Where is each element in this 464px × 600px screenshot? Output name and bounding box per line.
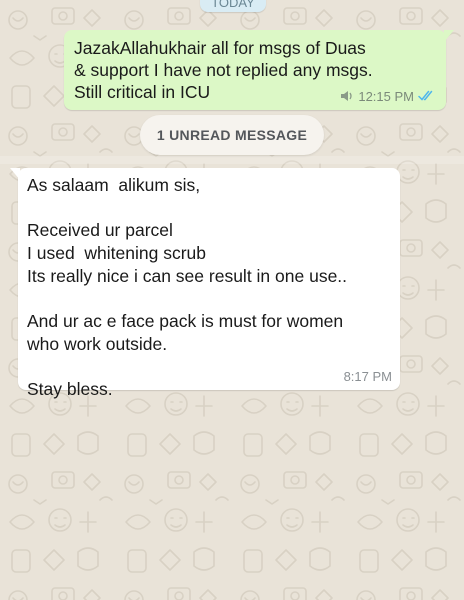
outgoing-message-bubble[interactable]: JazakAllahukhair all for msgs of Duas & … xyxy=(64,30,454,110)
bubble-tail xyxy=(10,168,20,180)
incoming-message-bubble[interactable]: As salaam alikum sis, Received ur parcel… xyxy=(10,168,400,399)
outgoing-message-time: 12:15 PM xyxy=(358,88,414,104)
incoming-message-time: 8:17 PM xyxy=(343,369,392,384)
unread-divider xyxy=(0,156,464,164)
unread-messages-banner: 1 UNREAD MESSAGE xyxy=(140,115,324,155)
read-ticks-icon xyxy=(418,90,436,102)
bubble-tail xyxy=(444,30,454,42)
speaker-icon xyxy=(340,90,354,102)
outgoing-message-meta: 12:15 PM xyxy=(340,88,436,104)
incoming-message-text: As salaam alikum sis, Received ur parcel… xyxy=(27,175,348,400)
date-chip: TODAY xyxy=(200,0,266,12)
